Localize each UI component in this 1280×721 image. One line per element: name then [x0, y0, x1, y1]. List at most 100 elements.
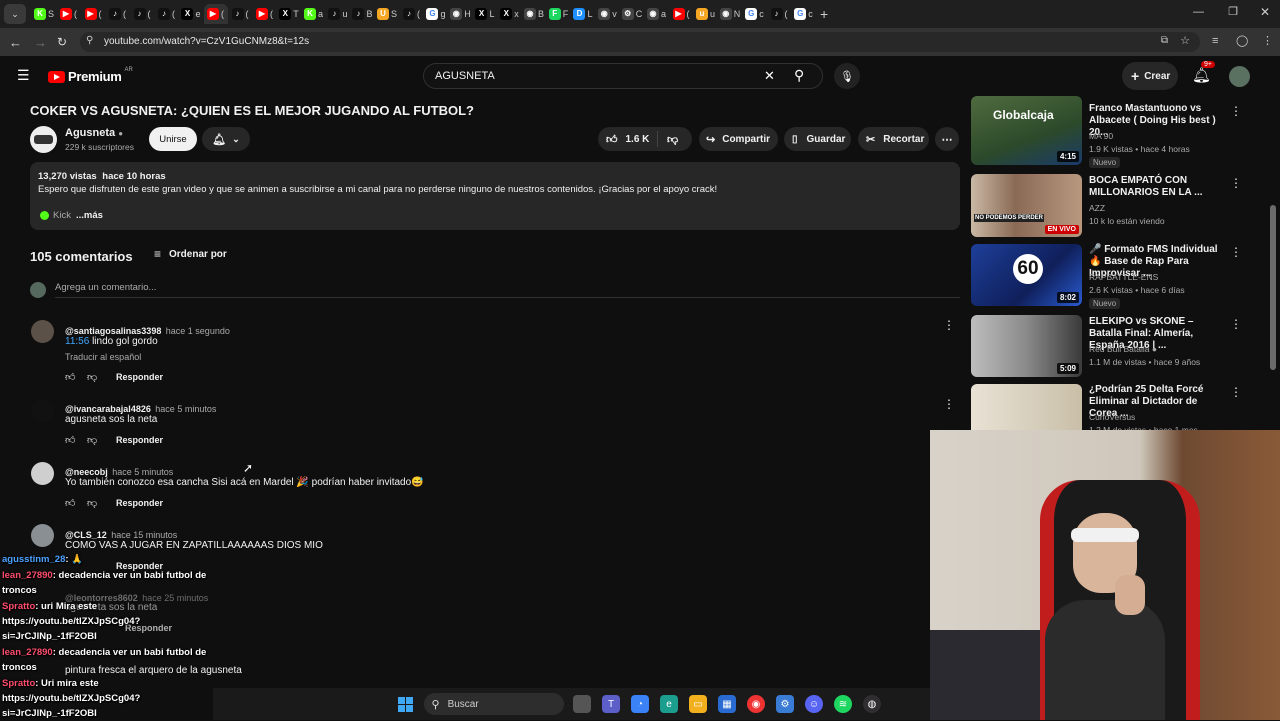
- recommended-channel[interactable]: Red Bull Batalla ●: [1089, 343, 1157, 356]
- search-icon[interactable]: ⚲: [794, 67, 804, 84]
- copilot-icon[interactable]: ◔: [631, 695, 649, 713]
- more-vert-icon[interactable]: ⋮: [1230, 176, 1242, 190]
- search-box[interactable]: AGUSNETA ✕ ⚲: [423, 63, 823, 89]
- forward-icon[interactable]: →: [34, 35, 47, 50]
- thumb-down-icon[interactable]: 👎︎: [87, 434, 97, 446]
- browser-tab[interactable]: FF: [547, 4, 571, 24]
- thumb-down-icon[interactable]: 👎︎: [87, 371, 97, 383]
- store-icon[interactable]: ▦: [718, 695, 736, 713]
- chrome-icon[interactable]: ◉: [747, 695, 765, 713]
- spotify-icon[interactable]: ≋: [834, 695, 852, 713]
- comment-menu-icon[interactable]: ⋮: [943, 397, 955, 411]
- bookmark-star-icon[interactable]: ☆: [1180, 34, 1190, 47]
- browser-tab[interactable]: ♪(: [130, 4, 154, 24]
- browser-tab[interactable]: ◉ B: [522, 4, 546, 24]
- reply-button[interactable]: Responder: [116, 435, 163, 445]
- join-button[interactable]: Unirse: [149, 127, 197, 151]
- youtube-logo[interactable]: Premium AR: [48, 67, 133, 84]
- browser-tab[interactable]: ⚙ C: [620, 4, 644, 24]
- obs-icon[interactable]: ◍: [863, 695, 881, 713]
- browser-menu-icon[interactable]: ⋮: [1262, 34, 1273, 47]
- teams-icon[interactable]: T: [602, 695, 620, 713]
- clip-button[interactable]: ✂ Recortar: [858, 127, 929, 151]
- browser-tab[interactable]: ▶(: [203, 4, 228, 24]
- browser-tab[interactable]: ♪(: [155, 4, 179, 24]
- browser-tab[interactable]: ◉ a: [645, 4, 669, 24]
- browser-tab[interactable]: ♪(: [400, 4, 424, 24]
- channel-name[interactable]: Agusneta ●: [65, 127, 123, 139]
- account-avatar[interactable]: [1229, 66, 1250, 87]
- browser-tab[interactable]: Xe: [179, 4, 203, 24]
- browser-tab[interactable]: ▶(: [57, 4, 81, 24]
- browser-tab[interactable]: Xx: [498, 4, 522, 24]
- browser-tab[interactable]: DL: [571, 4, 595, 24]
- sort-comments-button[interactable]: ≡ Ordenar por: [154, 247, 227, 261]
- comment-time[interactable]: hace 1 segundo: [166, 326, 230, 336]
- comment-avatar[interactable]: [31, 524, 54, 547]
- browser-tab[interactable]: KS: [32, 4, 56, 24]
- discord-icon[interactable]: ☺: [805, 695, 823, 713]
- comment-author[interactable]: @CLS_12: [65, 530, 107, 540]
- more-vert-icon[interactable]: ⋮: [1230, 317, 1242, 331]
- browser-tab[interactable]: Gg: [424, 4, 448, 24]
- browser-tab[interactable]: Ka: [302, 4, 326, 24]
- video-thumbnail[interactable]: NO PODEMOS PERDER EN VIVO: [971, 174, 1082, 237]
- video-thumbnail[interactable]: 60 8:02: [971, 244, 1082, 306]
- clear-search-icon[interactable]: ✕: [764, 68, 775, 84]
- thumb-up-icon[interactable]: 👍︎: [65, 497, 75, 509]
- video-thumbnail[interactable]: Globalcaja 4:15: [971, 96, 1082, 165]
- save-button[interactable]: ▯ Guardar: [784, 127, 851, 151]
- browser-tab[interactable]: ◉ v: [596, 4, 620, 24]
- new-tab-button[interactable]: +: [820, 6, 828, 22]
- like-button[interactable]: 👍︎ 1.6 K: [598, 131, 658, 147]
- window-restore-button[interactable]: ❐: [1228, 5, 1238, 18]
- file-explorer-icon[interactable]: ▭: [689, 695, 707, 713]
- browser-tab[interactable]: ◉ H: [449, 4, 473, 24]
- kick-link[interactable]: Kick: [53, 210, 71, 221]
- add-comment-input[interactable]: Agrega un comentario...: [55, 282, 960, 298]
- video-thumbnail[interactable]: 5:09: [971, 315, 1082, 377]
- comment-time[interactable]: hace 15 minutos: [111, 530, 177, 540]
- browser-tab[interactable]: ▶(: [253, 4, 277, 24]
- thumb-up-icon[interactable]: 👍︎: [65, 434, 75, 446]
- hamburger-menu-icon[interactable]: ☰: [17, 67, 30, 84]
- dislike-button[interactable]: 👎︎: [658, 133, 678, 146]
- browser-tab[interactable]: ♪ B: [351, 4, 375, 24]
- browser-tab[interactable]: US: [375, 4, 399, 24]
- thumb-down-icon[interactable]: 👎︎: [87, 497, 97, 509]
- browser-tab[interactable]: Gc: [743, 4, 767, 24]
- recommended-channel[interactable]: AZZ: [1089, 202, 1105, 215]
- browser-tab[interactable]: ▶(: [669, 4, 693, 24]
- edge-icon[interactable]: e: [660, 695, 678, 713]
- install-icon[interactable]: ⧉: [1161, 35, 1168, 46]
- subscribe-notifications-button[interactable]: 🔔︎ ⌄: [202, 127, 250, 151]
- description-box[interactable]: 13,270 vistas hace 10 horas Espero que d…: [30, 162, 960, 230]
- voice-search-button[interactable]: 🎙: [834, 63, 860, 89]
- notifications-button[interactable]: 🔔︎ 9+: [1192, 61, 1215, 85]
- tab-list-dropdown[interactable]: ⌄: [4, 4, 26, 24]
- comment-avatar[interactable]: [31, 462, 54, 485]
- site-info-icon[interactable]: ⚲: [86, 35, 93, 46]
- browser-tab[interactable]: XT: [277, 4, 301, 24]
- search-input[interactable]: AGUSNETA: [435, 70, 495, 82]
- taskbar-search[interactable]: ⚲ Buscar: [423, 693, 564, 715]
- create-button[interactable]: + Crear: [1122, 62, 1178, 90]
- browser-tab[interactable]: ♪ u: [326, 4, 350, 24]
- comment-menu-icon[interactable]: ⋮: [943, 318, 955, 332]
- comment-time[interactable]: hace 5 minutos: [155, 404, 216, 414]
- share-button[interactable]: ↪ Compartir: [699, 127, 778, 151]
- browser-tab[interactable]: uu: [694, 4, 718, 24]
- comment-avatar[interactable]: [31, 320, 54, 343]
- windows-start-icon[interactable]: [396, 695, 414, 713]
- more-actions-button[interactable]: ⋯: [935, 127, 959, 151]
- browser-tab[interactable]: ♪(: [767, 4, 791, 24]
- reload-icon[interactable]: ↻: [57, 35, 67, 49]
- comment-author[interactable]: @neecobj: [65, 467, 108, 477]
- address-bar[interactable]: ⚲ youtube.com/watch?v=CzV1GuCNMz8&t=12s …: [80, 32, 1200, 52]
- video-thumbnail[interactable]: [971, 384, 1082, 430]
- channel-avatar[interactable]: [30, 126, 57, 153]
- more-vert-icon[interactable]: ⋮: [1230, 385, 1242, 399]
- back-icon[interactable]: ←: [9, 35, 22, 50]
- task-view-icon[interactable]: [573, 695, 591, 713]
- comment-time[interactable]: hace 5 minutos: [112, 467, 173, 477]
